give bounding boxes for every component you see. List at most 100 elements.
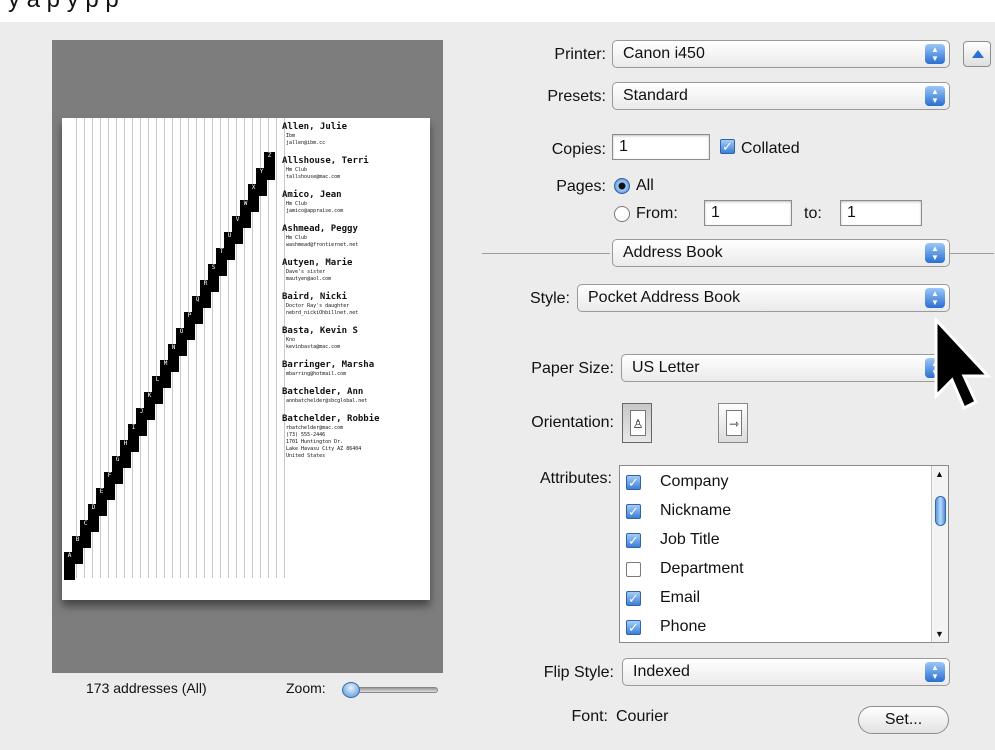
attribute-row[interactable]: ✓ Nickname — [626, 500, 926, 524]
attribute-label: Phone — [660, 618, 707, 635]
entry-detail: rbatchelder@mac.com — [286, 425, 344, 431]
attributes-list[interactable]: ✓ Company ✓ Nickname ✓ Job Title Department ✓ Em… — [619, 465, 949, 643]
address-count: 173 addresses (All) — [86, 680, 207, 696]
copies-field[interactable]: 1 — [612, 134, 710, 160]
scroll-up-arrow-icon[interactable]: ▲ — [935, 469, 944, 479]
portrait-orientation-button[interactable]: ♙ — [622, 403, 652, 443]
entry-detail: jamico@appraise.com — [286, 208, 344, 214]
panel-select-popup[interactable]: Address Book ▲ ▼ — [612, 239, 950, 267]
address-entry: Barringer, Marsha mbarring@hotmail.com — [282, 360, 430, 378]
entry-detail: mautyen@aol.com — [286, 276, 332, 282]
entry-name: Batchelder, Robbie — [282, 414, 380, 424]
updown-arrows-icon: ▲▼ — [925, 44, 945, 64]
attribute-checkbox[interactable]: ✓ — [626, 475, 641, 490]
orientation-label: Orientation: — [531, 414, 614, 431]
zoom-slider[interactable] — [336, 682, 440, 698]
tab-divider-line — [204, 118, 205, 578]
entry-detail: United States — [286, 453, 326, 459]
presets-label: Presets: — [547, 88, 606, 105]
attribute-label: Job Title — [660, 531, 720, 548]
address-entry: Allshouse, Terri Hm Club tallshouse@mac.co… — [282, 156, 430, 181]
tab-divider-line — [124, 118, 125, 578]
address-entry: Allen, Julie Ibm jallen@ibm.cc — [282, 122, 430, 147]
copies-label: Copies: — [551, 141, 606, 158]
tab-divider-line — [108, 118, 109, 578]
address-entry: Autyen, Marie Dave's sister mautyen@aol.co… — [282, 258, 430, 283]
entry-detail: nebrd_nickiOhbillnet.net — [286, 310, 359, 316]
style-label: Style: — [529, 290, 570, 307]
attribute-checkbox[interactable]: ✓ — [626, 620, 641, 635]
printer-popup[interactable]: Canon i450 ▲ ▼ — [612, 40, 950, 68]
address-entry: Batchelder, Robbie rbatchelder@mac.com (73… — [282, 414, 430, 460]
entry-detail: Dave's sister — [286, 269, 326, 275]
address-entry: Batchelder, Ann annbatchelder@sbcglobal.n… — [282, 387, 430, 405]
updown-arrows-icon: ▲▼ — [925, 662, 945, 682]
preview-page: ABCDEFGHIJKLMNOPQRSTUVWXYZ Allen, Julie I… — [62, 118, 430, 600]
tab-divider-line — [212, 118, 213, 578]
address-entries: Allen, Julie Ibm jallen@ibm.cc Allshouse, T… — [282, 122, 430, 469]
tab-divider-line — [196, 118, 197, 578]
index-tab: Z — [264, 152, 275, 180]
entry-detail: Doctor Ray's daughter — [286, 303, 350, 309]
entry-name: Basta, Kevin S — [282, 326, 358, 336]
flip-style-popup[interactable]: Indexed ▲ ▼ — [622, 658, 950, 686]
updown-arrows-icon: ▲▼ — [925, 288, 945, 308]
attribute-row[interactable]: ✓ Job Title — [626, 529, 926, 553]
index-tab-column: ABCDEFGHIJKLMNOPQRSTUVWXYZ — [62, 118, 287, 580]
entry-name: Allshouse, Terri — [282, 156, 369, 166]
attribute-row[interactable]: Department — [626, 558, 926, 582]
attribute-label: Nickname — [660, 502, 732, 519]
attributes-label: Attributes: — [539, 470, 612, 487]
tab-divider-line — [268, 118, 269, 578]
collated-label: Collated — [741, 140, 800, 157]
updown-arrows-icon: ▲▼ — [925, 243, 945, 263]
attribute-label: Email — [660, 589, 701, 606]
tab-divider-line — [132, 118, 133, 578]
font-set-button[interactable]: Set... — [858, 706, 949, 734]
pages-to-field[interactable]: 1 — [840, 200, 922, 226]
portrait-person-icon: ♙ — [630, 410, 646, 436]
tab-divider-line — [164, 118, 165, 578]
paper-size-popup[interactable]: US Letter ▲▼ — [621, 354, 950, 382]
attribute-checkbox[interactable]: ✓ — [626, 504, 641, 519]
entry-name: Allen, Julie — [282, 122, 348, 132]
print-preview: ABCDEFGHIJKLMNOPQRSTUVWXYZ Allen, Julie I… — [52, 40, 443, 673]
pages-all-radio[interactable] — [614, 178, 630, 194]
pages-to-label: to: — [804, 205, 822, 222]
scroll-thumb[interactable] — [935, 496, 946, 526]
attribute-checkbox[interactable]: ✓ — [626, 591, 641, 606]
attributes-scrollbar[interactable]: ▲ ▼ — [931, 466, 948, 642]
tab-divider-line — [276, 118, 277, 578]
paper-size-label: Paper Size: — [531, 360, 614, 377]
collated-checkbox[interactable]: ✓ — [720, 139, 735, 154]
attribute-row[interactable]: ✓ Email — [626, 587, 926, 611]
pages-from-field[interactable]: 1 — [704, 200, 792, 226]
presets-popup[interactable]: Standard ▲ ▼ — [612, 82, 950, 110]
attribute-row[interactable]: ✓ Phone — [626, 616, 926, 640]
disclosure-triangle-icon — [972, 50, 984, 58]
tab-divider-line — [116, 118, 117, 578]
updown-arrows-icon: ▲▼ — [925, 86, 945, 106]
landscape-person-icon: ⇾ — [726, 410, 742, 436]
entry-detail: mbarring@hotmail.com — [286, 371, 347, 377]
attribute-checkbox[interactable]: ✓ — [626, 533, 641, 548]
entry-name: Ashmead, Peggy — [282, 224, 358, 234]
attribute-label: Company — [660, 473, 729, 490]
entry-detail: (73) 555-2446 — [286, 432, 326, 438]
zoom-knob[interactable] — [342, 682, 361, 698]
entry-detail: Ibm — [286, 133, 296, 139]
flip-style-value: Indexed — [633, 663, 690, 680]
entry-name: Amico, Jean — [282, 190, 342, 200]
separator-right — [950, 253, 994, 254]
landscape-orientation-button[interactable]: ⇾ — [718, 403, 748, 443]
tab-divider-line — [84, 118, 85, 578]
attribute-checkbox[interactable] — [626, 562, 641, 577]
scroll-down-arrow-icon[interactable]: ▼ — [935, 629, 944, 639]
mouse-pointer-icon — [934, 318, 992, 410]
top-cropped-strip: y a p y p p — [0, 0, 995, 22]
entry-detail: annbatchelder@sbcglobal.net — [286, 398, 368, 404]
style-popup[interactable]: Pocket Address Book ▲ ▼ — [577, 284, 950, 312]
disclosure-button[interactable] — [963, 41, 991, 67]
attribute-row[interactable]: ✓ Company — [626, 471, 926, 495]
pages-from-radio[interactable] — [614, 206, 630, 222]
